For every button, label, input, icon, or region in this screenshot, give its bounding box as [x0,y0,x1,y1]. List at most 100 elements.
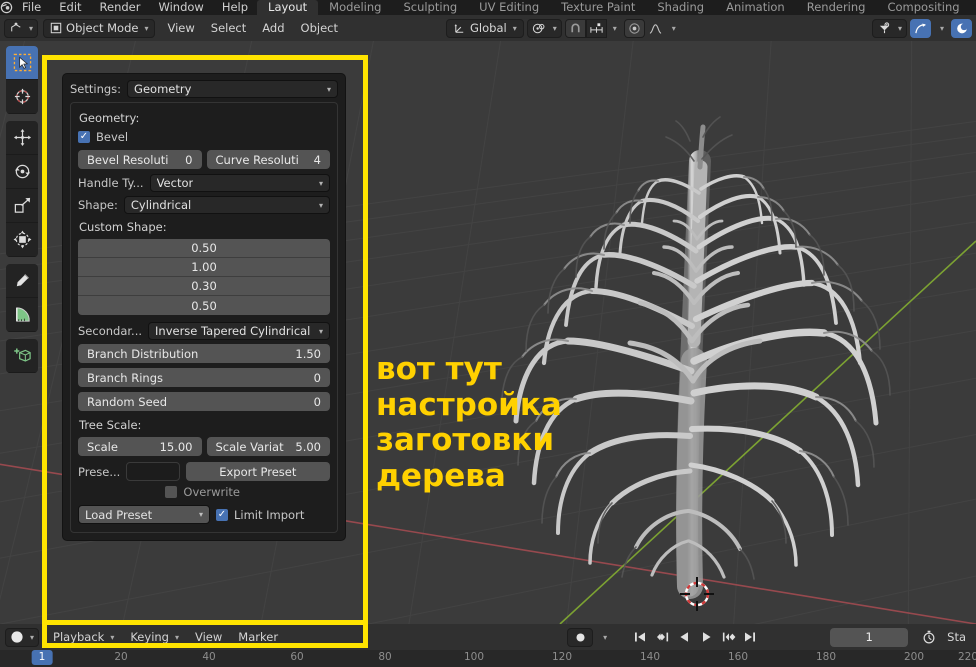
add-cube-icon [13,348,31,362]
workspace-tab-layout[interactable]: Layout [257,0,319,15]
workspace-tab-animation[interactable]: Animation [715,0,796,15]
preset-name-input[interactable] [126,462,180,481]
snap-dropdown-button[interactable]: ▾ [607,19,621,38]
gizmo-toggle-button[interactable] [910,18,931,38]
falloff-curve-button[interactable] [645,19,666,38]
workspace-tab-texture-paint[interactable]: Texture Paint [550,0,646,15]
tweak-select-box-tool[interactable] [6,46,38,80]
secondary-shape-dropdown[interactable]: Inverse Tapered Cylindrical ▾ [148,322,330,340]
menu-render[interactable]: Render [91,0,150,15]
overwrite-checkbox[interactable]: ✓ [165,486,178,498]
overlays-toggle-button[interactable] [951,18,972,38]
load-preset-dropdown[interactable]: Load Preset ▾ [78,505,210,524]
workspace-tab-sculpting[interactable]: Sculpting [392,0,468,15]
timeline-header: ▾ Playback ▾ Keying ▾ View Marker ▾ 1 St… [0,624,976,650]
export-preset-button[interactable]: Export Preset [185,462,330,481]
viewport-menu-view[interactable]: View [159,19,202,38]
limit-import-label: Limit Import [234,507,305,522]
play-button[interactable] [696,628,716,647]
workspace-tab-modeling[interactable]: Modeling [318,0,392,15]
scale-variation-field[interactable]: Scale Variat 5.00 [206,437,330,456]
snap-magnet-button[interactable] [564,18,586,38]
annotate-tool[interactable] [6,264,38,298]
bevel-checkbox-row[interactable]: ✓ Bevel [78,130,330,144]
annotate-pencil-icon [15,273,29,288]
transform-tool[interactable] [6,223,38,257]
start-frame-label[interactable]: Sta [943,628,970,647]
ruler-tick: 40 [202,651,216,663]
timeline-menu-playback[interactable]: Playback ▾ [45,628,122,647]
curve-resolution-field[interactable]: Curve Resoluti 4 [206,150,330,169]
workspace-tab-rendering[interactable]: Rendering [796,0,877,15]
object-mode-button[interactable]: Object Mode ▾ [43,18,156,38]
viewport-menu-object[interactable]: Object [293,19,346,38]
measure-tool[interactable] [6,298,38,332]
workspace-tab-compositing[interactable]: Compositing [876,0,970,15]
menu-window[interactable]: Window [149,0,212,15]
timeline-menu-keying[interactable]: Keying ▾ [122,628,187,647]
handle-type-label: Handle Ty... [78,176,144,190]
object-visibility-button[interactable]: ▾ [871,18,907,38]
move-tool[interactable] [6,121,38,155]
timeline-editor-type-button[interactable]: ▾ [5,627,40,647]
handle-type-dropdown[interactable]: Vector ▾ [149,174,330,192]
timeline-ruler[interactable]: 1 20 40 60 80 100 120 140 160 180 200 22… [0,650,976,667]
gizmo-dropdown-button[interactable]: ▾ [934,19,948,38]
handle-type-value: Vector [156,176,194,190]
rotate-tool[interactable] [6,155,38,189]
custom-shape-field-2[interactable]: 0.30 [78,277,330,296]
custom-shape-field-0[interactable]: 0.50 [78,239,330,258]
timeline-menu-view[interactable]: View [187,628,230,647]
handle-type-row: Handle Ty... Vector ▾ [78,174,330,192]
bevel-checkbox[interactable]: ✓ [78,131,90,143]
settings-dropdown[interactable]: Geometry ▾ [127,80,338,98]
random-seed-field[interactable]: Random Seed 0 [78,392,330,411]
top-menu-bar: File Edit Render Window Help Layout Mode… [0,0,976,15]
current-frame-field[interactable]: 1 [830,627,909,647]
overwrite-row[interactable]: ✓ Overwrite [78,485,330,499]
menu-help[interactable]: Help [213,0,257,15]
settings-label: Settings: [70,82,122,96]
proportional-editing-button[interactable] [623,18,645,38]
playhead[interactable]: 1 [31,650,53,665]
shape-dropdown[interactable]: Cylindrical ▾ [123,196,330,214]
jump-to-end-button[interactable] [740,628,760,647]
scale-field[interactable]: Scale 15.00 [78,437,202,456]
menu-edit[interactable]: Edit [50,0,90,15]
custom-shape-field-3[interactable]: 0.50 [78,296,330,315]
blender-logo-icon[interactable] [0,0,13,15]
menu-file[interactable]: File [13,0,50,15]
bevel-resolution-field[interactable]: Bevel Resoluti 0 [78,150,202,169]
jump-to-next-keyframe-button[interactable] [718,628,738,647]
timeline-menu-marker[interactable]: Marker [230,628,286,647]
secondary-shape-row: Secondar... Inverse Tapered Cylindrical … [78,322,330,340]
add-cube-tool[interactable] [6,339,38,373]
auto-keying-button[interactable] [567,627,594,647]
workspace-tab-shading[interactable]: Shading [646,0,715,15]
use-preview-range-button[interactable] [918,628,940,647]
scale-tool[interactable] [6,189,38,223]
pivot-point-button[interactable]: ▾ [526,18,562,38]
timeline-menu-keying-label: Keying [130,629,169,644]
jump-to-prev-keyframe-button[interactable] [652,628,672,647]
viewport-menu-add[interactable]: Add [254,19,292,38]
stopwatch-icon [923,630,935,644]
shape-label: Shape: [78,198,118,212]
falloff-dropdown-button[interactable]: ▾ [666,19,680,38]
annotation-text: вот тут настройка заготовки дерева [376,351,562,494]
custom-shape-field-1[interactable]: 1.00 [78,258,330,277]
viewport-menu-select[interactable]: Select [203,19,254,38]
play-reverse-button[interactable] [674,628,694,647]
workspace-tab-uv-editing[interactable]: UV Editing [468,0,550,15]
jump-to-start-button[interactable] [630,628,650,647]
cursor-tool[interactable] [6,80,38,114]
workspace-tab-geometry-nodes[interactable]: Geomet [971,0,976,15]
editor-type-button[interactable]: ▾ [4,18,39,38]
transform-orientation-button[interactable]: Global ▾ [446,18,524,38]
snap-target-button[interactable] [585,18,607,38]
branch-distribution-field[interactable]: Branch Distribution 1.50 [78,344,330,363]
branch-rings-field[interactable]: Branch Rings 0 [78,368,330,387]
auto-keying-dropdown-button[interactable]: ▾ [596,628,612,647]
gizmo-icon [914,22,926,33]
limit-import-checkbox[interactable]: ✓ [216,508,228,521]
